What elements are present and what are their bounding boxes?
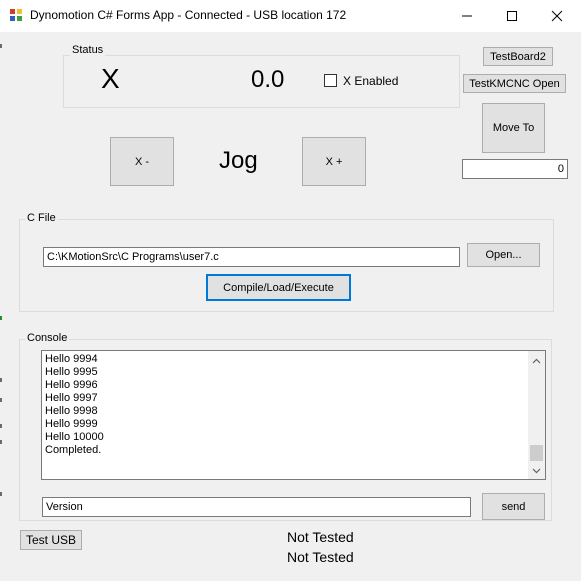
cfile-path-input[interactable]: C:\KMotionSrc\C Programs\user7.c — [43, 247, 460, 267]
jog-minus-button[interactable]: X - — [110, 137, 174, 186]
cfile-group-label: C File — [25, 212, 58, 224]
jog-label: Jog — [219, 147, 258, 174]
app-icon — [9, 8, 23, 22]
scroll-down-icon[interactable] — [528, 462, 545, 479]
usb-status-2: Not Tested — [287, 549, 354, 565]
close-button[interactable] — [534, 0, 580, 31]
axis-position: 0.0 — [251, 66, 285, 93]
scroll-thumb[interactable] — [530, 445, 543, 461]
status-group-label: Status — [70, 44, 106, 56]
left-edge-fragments — [0, 40, 3, 560]
console-group-label: Console — [25, 332, 70, 344]
command-input[interactable]: Version — [42, 497, 471, 517]
testboard2-button[interactable]: TestBoard2 — [483, 47, 553, 66]
scroll-up-icon[interactable] — [528, 352, 545, 369]
move-to-button[interactable]: Move To — [482, 103, 545, 153]
usb-status-1: Not Tested — [287, 529, 354, 545]
test-usb-button[interactable]: Test USB — [20, 530, 82, 550]
minimize-button[interactable] — [444, 0, 490, 31]
window-title: Dynomotion C# Forms App - Connected - US… — [30, 8, 347, 22]
send-button[interactable]: send — [482, 493, 545, 520]
axis-name: X — [101, 63, 120, 94]
x-enabled-label: X Enabled — [343, 74, 399, 88]
jog-plus-button[interactable]: X + — [302, 137, 366, 186]
console-scrollbar[interactable] — [528, 351, 545, 479]
compile-load-execute-button[interactable]: Compile/Load/Execute — [206, 274, 351, 301]
console-output[interactable]: Hello 9994 Hello 9995 Hello 9996 Hello 9… — [41, 350, 546, 480]
testkmcnc-open-button[interactable]: TestKMCNC Open — [463, 74, 566, 93]
x-enabled-checkbox[interactable] — [324, 74, 337, 87]
title-bar[interactable]: Dynomotion C# Forms App - Connected - US… — [0, 0, 581, 32]
maximize-button[interactable] — [489, 0, 535, 31]
open-button[interactable]: Open... — [467, 243, 540, 267]
move-to-input[interactable]: 0 — [462, 159, 568, 179]
console-text: Hello 9994 Hello 9995 Hello 9996 Hello 9… — [45, 353, 104, 456]
